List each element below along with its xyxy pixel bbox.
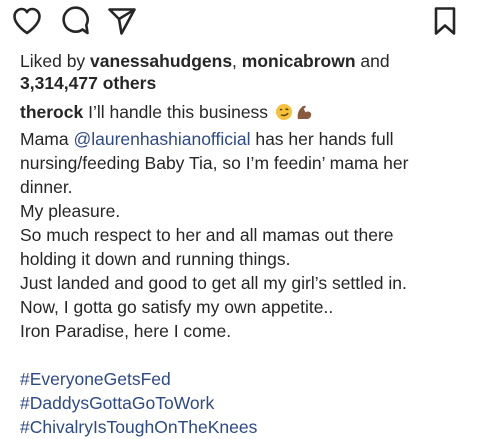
caption-line: Iron Paradise, here I come. xyxy=(20,321,232,341)
liked-by-user-link[interactable]: monicabrown xyxy=(242,51,356,71)
caption-line: nursing/feeding Baby Tia, so I’m feedin’… xyxy=(20,153,409,173)
caption-line: Mama @laurenhashianofficial has her hand… xyxy=(20,127,470,151)
hashtag-link[interactable]: #DaddysGottaGoToWork xyxy=(20,391,470,415)
flexed-biceps-icon xyxy=(295,103,313,127)
caption-line: dinner. xyxy=(20,177,73,197)
smirking-face-emoji-icon xyxy=(275,103,293,127)
likes-summary: Liked by vanessahudgens, monicabrown and… xyxy=(20,50,460,94)
share-button[interactable] xyxy=(105,4,139,38)
caption-text: I’ll handle this business xyxy=(83,102,273,122)
caption-username[interactable]: therock xyxy=(20,102,83,122)
likes-count-link[interactable]: 3,314,477 others xyxy=(20,73,156,93)
like-button[interactable] xyxy=(10,4,44,38)
likes-and-text: and xyxy=(355,51,390,71)
caption-line: My pleasure. xyxy=(20,201,121,221)
hashtag-link[interactable]: #ChivalryIsToughOnTheKnees xyxy=(20,415,470,439)
likes-prefix: Liked by xyxy=(20,51,91,71)
post-action-bar xyxy=(0,0,480,44)
paper-plane-icon xyxy=(108,8,136,35)
post-caption: therock I’ll handle this business Mama @… xyxy=(20,100,470,439)
mention-link[interactable]: @laurenhashianofficial xyxy=(73,129,250,149)
comment-button[interactable] xyxy=(58,4,92,38)
likes-separator: , xyxy=(232,51,242,71)
liked-by-user-link[interactable]: vanessahudgens xyxy=(90,51,232,71)
caption-line: Now, I gotta go satisfy my own appetite.… xyxy=(20,297,334,317)
caption-text: has her hands full xyxy=(250,129,394,149)
caption-first-line: therock I’ll handle this business xyxy=(20,100,470,127)
caption-text: Mama xyxy=(20,129,74,149)
bookmark-icon xyxy=(434,7,456,35)
hashtag-link[interactable]: #EveryoneGetsFed xyxy=(20,367,470,391)
caption-line: holding it down and running things. xyxy=(20,249,291,269)
comment-icon xyxy=(62,6,89,35)
caption-line: Just landed and good to get all my girl’… xyxy=(20,273,407,293)
heart-icon xyxy=(13,7,41,35)
caption-line: So much respect to her and all mamas out… xyxy=(20,225,394,245)
save-button[interactable] xyxy=(428,4,462,38)
